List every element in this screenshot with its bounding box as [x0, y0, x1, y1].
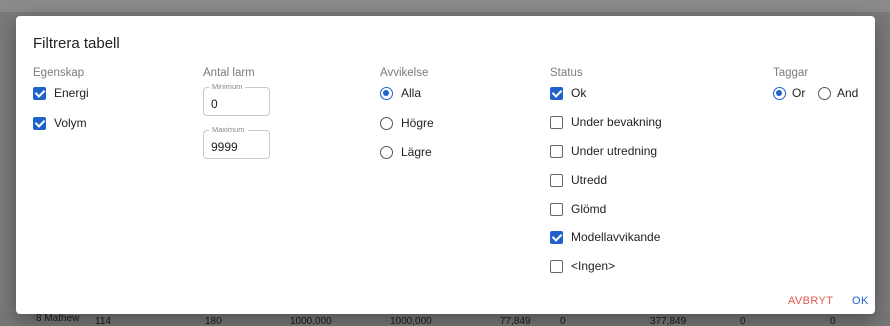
status-label: Status [550, 67, 583, 79]
background-cell: 0 [740, 316, 746, 326]
avvikelse-option-lagre[interactable]: Lägre [380, 143, 432, 161]
minimum-field[interactable]: Minimum 0 [203, 82, 270, 116]
minimum-field-label: Minimum [209, 82, 246, 91]
egenskap-option-volym[interactable]: Volym [33, 114, 87, 132]
checkbox-icon[interactable] [33, 116, 46, 130]
checkbox-icon[interactable] [550, 115, 563, 129]
option-label: Ok [571, 86, 587, 100]
radio-icon[interactable] [773, 86, 786, 100]
status-option-under-bevakning[interactable]: Under bevakning [550, 113, 662, 131]
background-cell: 1000,000 [390, 316, 432, 326]
avvikelse-label: Avvikelse [380, 67, 429, 79]
option-label: Alla [401, 86, 422, 100]
checkbox-icon[interactable] [550, 259, 563, 273]
status-option-glomd[interactable]: Glömd [550, 200, 606, 218]
avvikelse-option-alla[interactable]: Alla [380, 84, 421, 102]
checkbox-icon[interactable] [33, 86, 46, 100]
background-cell: 377,849 [650, 316, 687, 326]
background-cell: 0 [830, 316, 836, 326]
option-label: Energi [54, 86, 89, 100]
option-label: And [837, 86, 859, 100]
checkbox-icon[interactable] [550, 86, 563, 100]
option-label: Lägre [401, 145, 432, 159]
egenskap-label: Egenskap [33, 67, 85, 79]
maximum-field-label: Maximum [209, 125, 248, 134]
option-label: Glömd [571, 202, 607, 216]
option-label: Högre [401, 116, 434, 130]
background-cell: 0 [560, 316, 566, 326]
maximum-field-value[interactable]: 9999 [211, 140, 238, 154]
background-cell: 114 [95, 316, 111, 326]
background-cell: 77,849 [500, 316, 531, 326]
option-label: Volym [54, 116, 87, 130]
filter-dialog: Filtrera tabell Egenskap Energi Volym An… [16, 16, 875, 314]
status-option-ingen[interactable]: <Ingen> [550, 257, 615, 275]
radio-icon[interactable] [380, 86, 393, 100]
minimum-field-value[interactable]: 0 [211, 97, 218, 111]
background-cell: 1000,000 [290, 316, 332, 326]
option-label: Utredd [571, 173, 608, 187]
radio-icon[interactable] [818, 86, 831, 100]
checkbox-icon[interactable] [550, 230, 563, 244]
option-label: Under bevakning [571, 115, 662, 129]
option-label: <Ingen> [571, 259, 616, 273]
taggar-option-and[interactable]: And [818, 84, 858, 102]
status-option-under-utredning[interactable]: Under utredning [550, 142, 657, 160]
background-cell: 180 [205, 316, 222, 326]
checkbox-icon[interactable] [550, 173, 563, 187]
cancel-button[interactable]: AVBRYT [788, 295, 833, 307]
avvikelse-option-hogre[interactable]: Högre [380, 114, 434, 132]
egenskap-option-energi[interactable]: Energi [33, 84, 89, 102]
status-option-ok[interactable]: Ok [550, 84, 586, 102]
checkbox-icon[interactable] [550, 144, 563, 158]
status-option-utredd[interactable]: Utredd [550, 171, 607, 189]
option-label: Under utredning [571, 144, 658, 158]
dialog-title: Filtrera tabell [33, 35, 120, 52]
background-table-row: 8 Mathew 114 180 1000,000 1000,000 77,84… [0, 312, 890, 326]
ok-button[interactable]: OK [852, 295, 869, 307]
radio-icon[interactable] [380, 145, 393, 159]
background-cell: 8 Mathew [36, 313, 80, 324]
taggar-option-or[interactable]: Or [773, 84, 805, 102]
backdrop-top [0, 0, 890, 12]
checkbox-icon[interactable] [550, 202, 563, 216]
status-option-modellavvikande[interactable]: Modellavvikande [550, 228, 660, 246]
taggar-label: Taggar [773, 67, 809, 79]
antal-larm-label: Antal larm [203, 67, 255, 79]
option-label: Modellavvikande [571, 230, 661, 244]
radio-icon[interactable] [380, 116, 393, 130]
option-label: Or [792, 86, 806, 100]
maximum-field[interactable]: Maximum 9999 [203, 125, 270, 159]
